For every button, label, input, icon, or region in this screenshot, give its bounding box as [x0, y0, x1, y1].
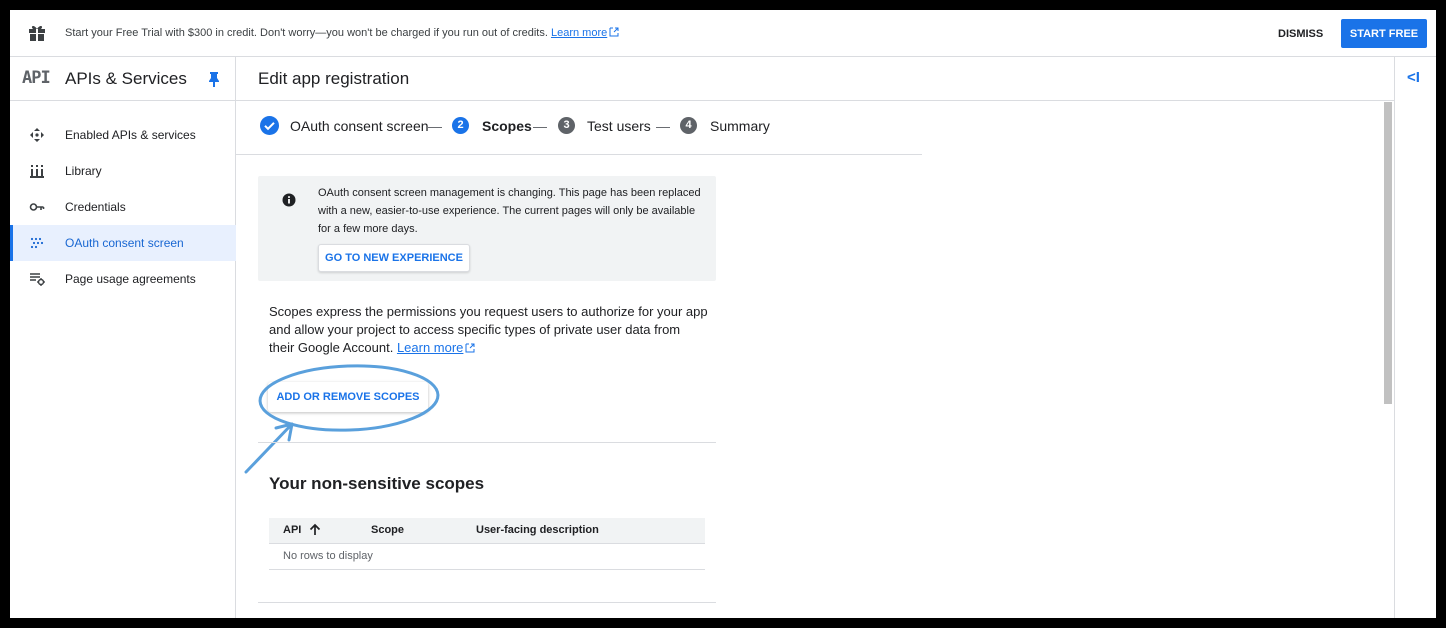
enabled-apis-icon	[30, 128, 44, 142]
sidebar-item-label: OAuth consent screen	[65, 236, 184, 250]
external-link-icon	[609, 27, 619, 37]
dismiss-button[interactable]: DISMISS	[1270, 21, 1331, 47]
check-circle-icon	[260, 116, 279, 135]
step-number-4: 4	[680, 117, 697, 134]
scopes-description: Scopes express the permissions you reque…	[269, 303, 709, 357]
column-header-description: User-facing description	[476, 524, 599, 536]
info-notice: OAuth consent screen management is chang…	[258, 176, 716, 281]
empty-table-message: No rows to display	[283, 550, 373, 562]
external-link-icon	[465, 343, 475, 353]
app-frame: Start your Free Trial with $300 in credi…	[10, 10, 1436, 618]
main-header: Edit app registration	[236, 57, 1394, 101]
collapse-panel-button[interactable]: <I	[1407, 69, 1420, 86]
sidebar-item-label: Library	[65, 164, 102, 178]
go-to-new-experience-button[interactable]: GO TO NEW EXPERIENCE	[318, 244, 470, 272]
sidebar-item-enabled-apis[interactable]: Enabled APIs & services	[10, 117, 236, 153]
banner-message: Start your Free Trial with $300 in credi…	[65, 27, 619, 39]
step-separator: —	[428, 118, 442, 134]
step-separator: —	[656, 118, 670, 134]
step-number-2: 2	[452, 117, 469, 134]
gift-icon	[29, 25, 45, 41]
api-logo: API	[22, 68, 51, 88]
trial-banner: Start your Free Trial with $300 in credi…	[10, 10, 1436, 57]
consent-icon	[30, 237, 44, 249]
sidebar-item-library[interactable]: Library	[10, 153, 236, 189]
sidebar-item-label: Enabled APIs & services	[65, 128, 196, 142]
sidebar: API APIs & Services Enabled APIs & servi…	[10, 57, 236, 618]
sort-ascending-icon[interactable]	[309, 523, 321, 536]
banner-text: Start your Free Trial with $300 in credi…	[65, 27, 548, 39]
column-header-scope: Scope	[371, 524, 405, 536]
right-rail: <I	[1394, 57, 1436, 618]
step-separator: —	[533, 118, 547, 134]
sidebar-item-label: Credentials	[65, 200, 126, 214]
step-oauth-consent[interactable]: OAuth consent screen	[290, 118, 429, 134]
banner-learn-more-link[interactable]: Learn more	[551, 27, 619, 39]
key-icon	[29, 203, 45, 211]
step-number-3: 3	[558, 117, 575, 134]
page-title: Edit app registration	[258, 69, 410, 88]
library-icon	[30, 165, 44, 178]
table-header: API Scope User-facing description	[269, 518, 705, 544]
sidebar-header: API APIs & Services	[10, 57, 236, 101]
info-icon	[282, 193, 296, 207]
section-divider	[258, 442, 716, 443]
scopes-learn-more-link[interactable]: Learn more	[397, 340, 475, 355]
scopes-description-text: Scopes express the permissions you reque…	[269, 304, 708, 355]
scopes-table: API Scope User-facing description No row…	[269, 518, 705, 570]
stepper: OAuth consent screen — 2 Scopes — 3 Test…	[236, 101, 922, 155]
sidebar-item-oauth-consent[interactable]: OAuth consent screen	[10, 225, 236, 261]
start-free-button[interactable]: START FREE	[1341, 19, 1427, 48]
sidebar-item-label: Page usage agreements	[65, 272, 196, 286]
section-divider	[258, 602, 716, 603]
scrollbar-thumb[interactable]	[1384, 102, 1392, 404]
non-sensitive-scopes-title: Your non-sensitive scopes	[269, 474, 485, 493]
step-test-users[interactable]: Test users	[587, 118, 651, 134]
column-header-api[interactable]: API	[283, 524, 301, 536]
sidebar-title: APIs & Services	[65, 69, 187, 88]
annotation-arrow	[244, 422, 294, 474]
info-text: OAuth consent screen management is chang…	[318, 187, 701, 235]
step-scopes[interactable]: Scopes	[482, 118, 532, 134]
table-row: No rows to display	[269, 544, 705, 570]
sidebar-item-credentials[interactable]: Credentials	[10, 189, 236, 225]
step-summary[interactable]: Summary	[710, 118, 770, 134]
pin-icon[interactable]	[207, 71, 221, 87]
add-or-remove-scopes-button[interactable]: ADD OR REMOVE SCOPES	[268, 382, 428, 412]
sidebar-item-page-usage[interactable]: Page usage agreements	[10, 261, 236, 297]
agreements-icon	[30, 273, 45, 286]
